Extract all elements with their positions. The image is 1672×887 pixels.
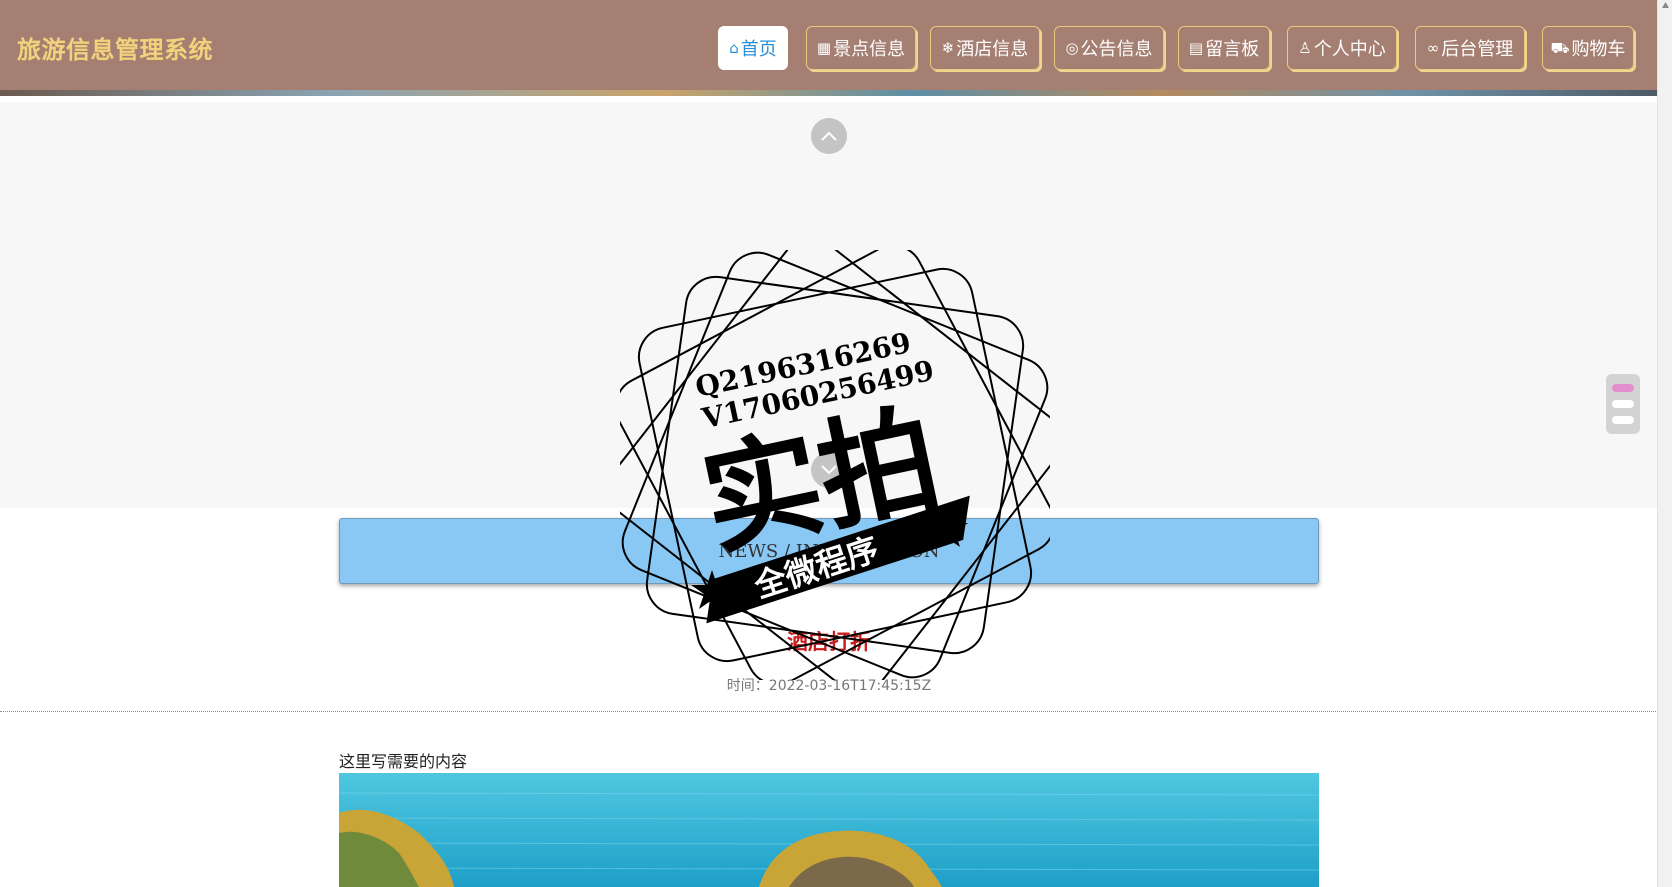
carousel-indicators: [1606, 374, 1640, 434]
nav-home-button[interactable]: ⌂ 首页: [718, 26, 788, 70]
article-title: 酒店打折: [787, 630, 871, 654]
top-navigation-bar: 旅游信息管理系统 ⌂ 首页 ▦ 景点信息 ❄ 酒店信息 ◎ 公告信息 ▤ 留言板…: [0, 0, 1658, 96]
carousel: [0, 102, 1658, 508]
user-icon: ♙: [1298, 38, 1312, 57]
carousel-next-button[interactable]: [811, 452, 847, 488]
article-time: 时间：2022-03-16T17:45:15Z: [726, 678, 932, 694]
divider: [0, 711, 1658, 712]
nav-attractions-button[interactable]: ▦ 景点信息: [806, 26, 916, 70]
chevron-down-icon: [821, 465, 837, 475]
grid-icon: ▦: [816, 38, 832, 57]
carousel-prev-button[interactable]: [811, 118, 847, 154]
carousel-dot-3[interactable]: [1612, 416, 1634, 424]
nav-attractions-label: 景点信息: [833, 39, 906, 60]
nav-profile-label: 个人中心: [1313, 39, 1386, 60]
carousel-dot-1[interactable]: [1612, 384, 1634, 392]
carousel-dot-2[interactable]: [1612, 400, 1634, 408]
chevron-up-icon: [821, 131, 837, 141]
snowflake-icon: ❄: [941, 38, 955, 57]
board-icon: ▤: [1188, 38, 1204, 57]
nav-announcements-button[interactable]: ◎ 公告信息: [1054, 26, 1164, 70]
news-section-title: NEWS / INFORMATION: [718, 540, 940, 562]
nav-admin-button[interactable]: ∞ 后台管理: [1415, 26, 1525, 70]
nav-cart-button[interactable]: ⛟ 购物车: [1542, 26, 1634, 70]
page-scrollbar[interactable]: [1657, 0, 1672, 887]
nav-hotels-button[interactable]: ❄ 酒店信息: [930, 26, 1040, 70]
nav-home-label: 首页: [740, 39, 777, 60]
nav-message-board-button[interactable]: ▤ 留言板: [1178, 26, 1270, 70]
nav-hotels-label: 酒店信息: [956, 39, 1029, 60]
palette-icon: ◎: [1065, 38, 1079, 57]
banner-edge-strip: [0, 90, 1658, 96]
nav-profile-button[interactable]: ♙ 个人中心: [1287, 26, 1397, 70]
nav-announcements-label: 公告信息: [1080, 39, 1153, 60]
site-title: 旅游信息管理系统: [17, 36, 213, 64]
scroll-up-arrow-icon[interactable]: [1661, 0, 1670, 10]
nav-message-board-label: 留言板: [1205, 39, 1260, 60]
article-image: [339, 773, 1319, 887]
news-section-header: NEWS / INFORMATION: [339, 518, 1319, 584]
cart-icon: ⛟: [1550, 38, 1570, 57]
link-icon: ∞: [1426, 38, 1440, 57]
nav-admin-label: 后台管理: [1441, 39, 1514, 60]
article-body: 这里写需要的内容: [339, 752, 468, 771]
home-icon: ⌂: [729, 38, 739, 57]
nav-cart-label: 购物车: [1571, 39, 1626, 60]
